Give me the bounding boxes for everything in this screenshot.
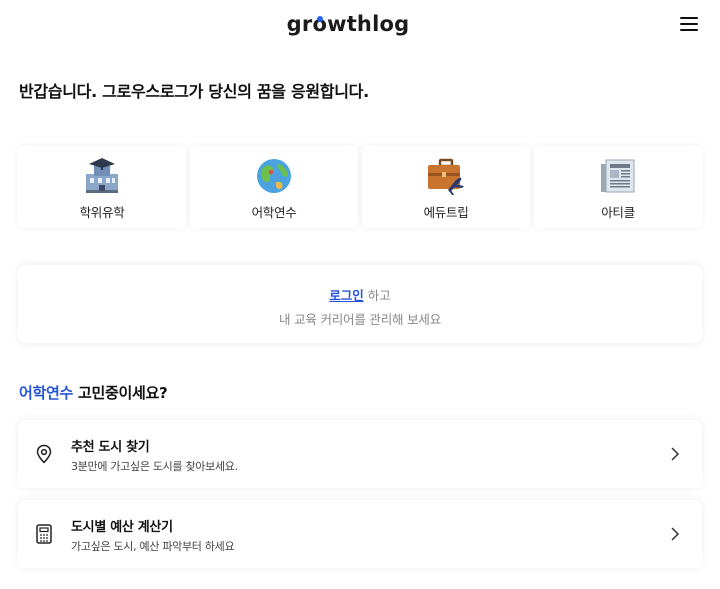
greeting-heading: 반갑습니다. 그로우스로그가 당신의 꿈을 응원합니다.: [19, 82, 369, 101]
login-prompt-description: 내 교육 커리어를 관리해 보세요: [279, 312, 441, 327]
item-subtitle: 3분만에 가고싶은 도시를 찾아보세요.: [71, 460, 238, 473]
logo-text-start: gr: [286, 12, 313, 36]
item-subtitle: 가고싶은 도시, 예산 파악부터 하세요: [71, 540, 235, 553]
city-budget-calculator-item[interactable]: 도시별 예산 계산기 가고싶은 도시, 예산 파악부터 하세요: [18, 500, 702, 568]
category-label: 학위유학: [79, 205, 125, 220]
section-title-accent: 어학연수: [19, 384, 74, 402]
university-building-icon: [86, 158, 118, 193]
login-link[interactable]: 로그인: [329, 288, 364, 303]
category-article[interactable]: 아티클: [534, 146, 702, 228]
category-language-study[interactable]: 어학연수: [190, 146, 358, 228]
category-label: 어학연수: [251, 205, 297, 220]
chevron-right-icon: [671, 447, 680, 461]
recommended-city-finder-item[interactable]: 추천 도시 찾기 3분만에 가고싶은 도시를 찾아보세요.: [18, 420, 702, 488]
location-pin-icon: [36, 444, 52, 464]
header: growthlog: [0, 0, 720, 54]
login-prompt-suffix: 하고: [363, 288, 391, 303]
login-prompt-card: 로그인 하고 내 교육 커리어를 관리해 보세요: [18, 265, 702, 343]
category-row: 학위유학 어학연수 에듀트립 아티클: [18, 146, 702, 228]
category-degree-study[interactable]: 학위유학: [18, 146, 186, 228]
item-title: 도시별 예산 계산기: [71, 520, 173, 535]
logo-text-o: o: [312, 12, 328, 36]
newspaper-icon: [601, 159, 635, 193]
growthlog-logo[interactable]: growthlog: [0, 12, 696, 36]
item-title: 추천 도시 찾기: [71, 440, 150, 455]
category-label: 아티클: [601, 205, 635, 220]
briefcase-airplane-icon: [428, 158, 464, 195]
logo-text-end: wthlog: [327, 12, 410, 36]
calculator-icon: [36, 524, 52, 544]
section-title-rest: 고민중이세요?: [73, 384, 168, 402]
category-edutrip[interactable]: 에듀트립: [362, 146, 530, 228]
login-prompt-line: 로그인 하고: [18, 285, 702, 304]
chevron-right-icon: [671, 527, 680, 541]
globe-icon: [257, 159, 291, 193]
category-label: 에듀트립: [423, 205, 469, 220]
section-title: 어학연수 고민중이세요?: [19, 382, 168, 403]
hamburger-menu-icon[interactable]: [680, 17, 698, 33]
